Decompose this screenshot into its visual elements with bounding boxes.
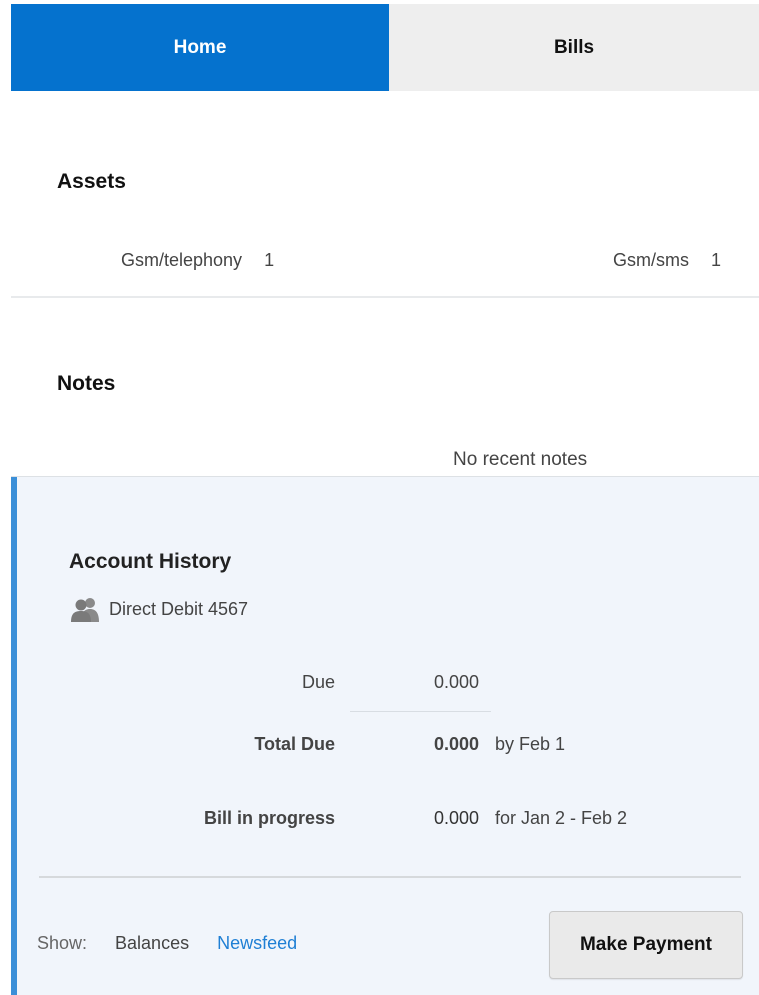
payment-method-label: Direct Debit 4567 [109, 598, 249, 619]
no-notes-message: No recent notes [453, 449, 588, 470]
make-payment-button[interactable]: Make Payment [549, 911, 743, 979]
asset-name: Gsm/telephony [121, 250, 243, 270]
show-options: Show: Balances Newsfeed [37, 933, 297, 954]
account-history-panel: Account History Direct Debit 4567 Due 0.… [11, 477, 759, 995]
due-label: Due [301, 672, 335, 692]
tab-bar: Home Bills [11, 4, 759, 91]
asset-item-gsm-sms[interactable]: Gsm/sms 1 [613, 250, 721, 271]
tab-bills[interactable]: Bills [389, 4, 759, 91]
show-label: Show: [37, 933, 88, 953]
users-icon [71, 598, 99, 622]
bill-in-progress-label: Bill in progress [203, 808, 335, 828]
asset-item-gsm-telephony[interactable]: Gsm/telephony 1 [121, 250, 274, 271]
divider [11, 296, 759, 298]
account-history-title: Account History [69, 550, 232, 573]
newsfeed-link[interactable]: Newsfeed [217, 933, 297, 954]
total-due-note: by Feb 1 [495, 734, 566, 754]
balances-option[interactable]: Balances [115, 933, 189, 954]
total-due-value: 0.000 [433, 734, 479, 754]
total-due-label: Total Due [254, 734, 335, 754]
divider [350, 711, 491, 712]
asset-name: Gsm/sms [612, 250, 689, 270]
assets-title: Assets [57, 170, 126, 193]
bill-in-progress-value: 0.000 [433, 808, 479, 828]
tab-home[interactable]: Home [11, 4, 389, 91]
notes-title: Notes [57, 372, 116, 395]
due-value: 0.000 [433, 672, 479, 692]
asset-count: 1 [710, 250, 721, 270]
bill-in-progress-note: for Jan 2 - Feb 2 [495, 808, 628, 828]
asset-count: 1 [264, 250, 275, 270]
divider [39, 876, 741, 878]
payment-method: Direct Debit 4567 [69, 596, 248, 622]
